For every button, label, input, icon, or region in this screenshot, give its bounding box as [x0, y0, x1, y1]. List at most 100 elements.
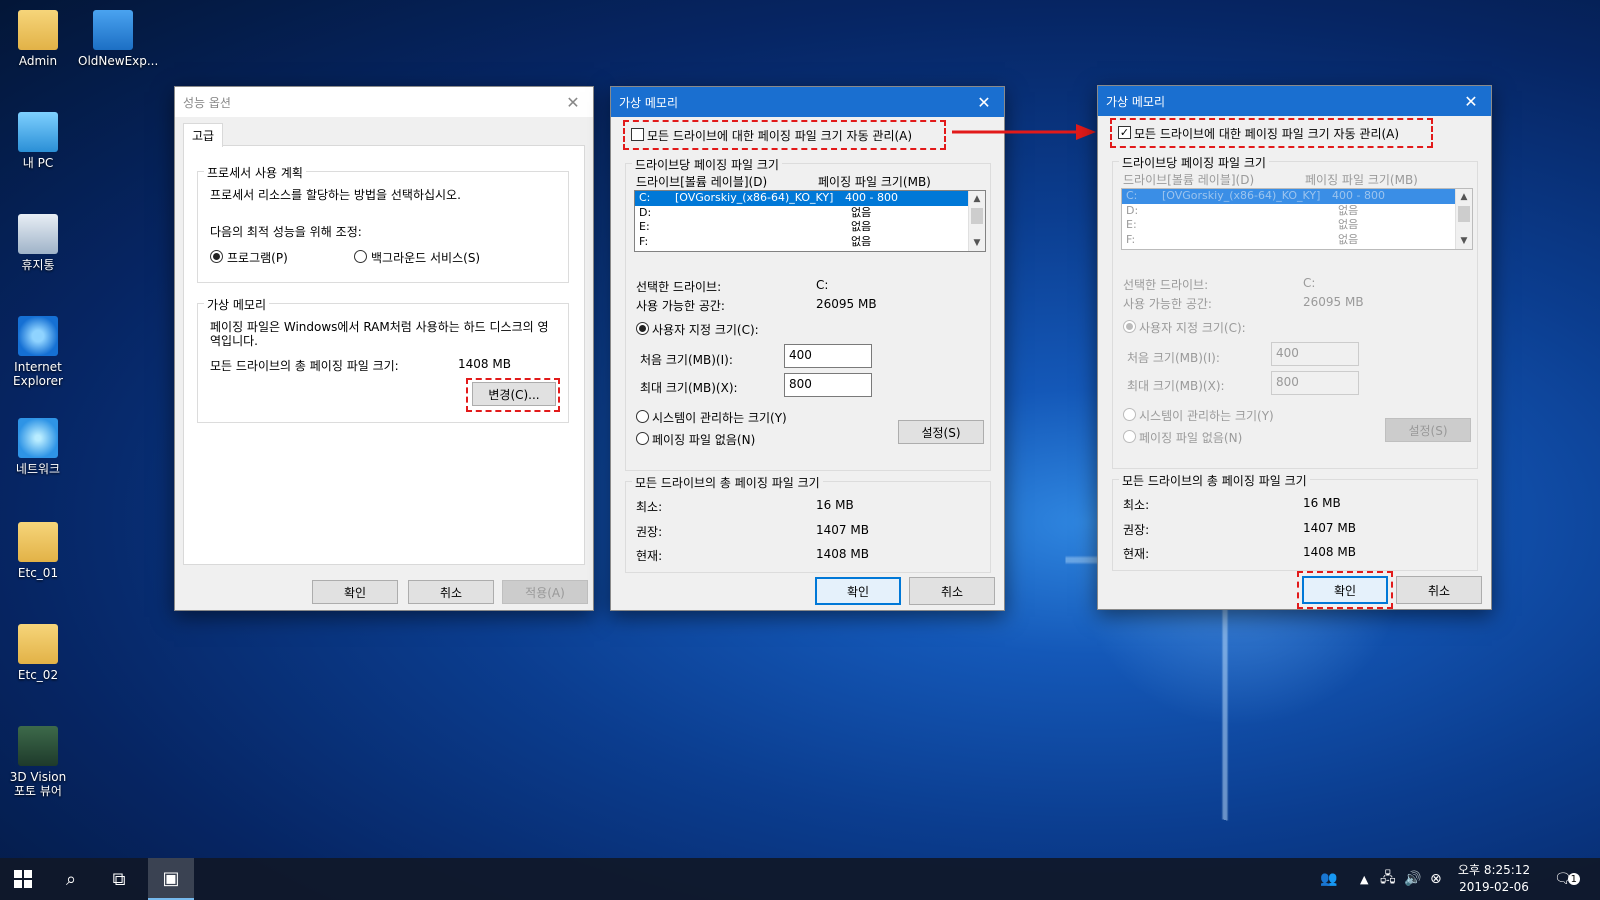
group-legend: 모든 드라이브의 총 페이징 파일 크기 [632, 474, 823, 491]
system-managed-radio[interactable] [636, 410, 649, 423]
close-icon[interactable]: ✕ [553, 87, 593, 117]
cpu-scheduling-group: 프로세서 사용 계획 프로세서 리소스를 할당하는 방법을 선택하십시오. 다음… [197, 164, 569, 283]
selected-drive-label: 선택한 드라이브: [1123, 278, 1209, 292]
cancel-button[interactable]: 취소 [408, 580, 494, 604]
free-space-label: 사용 가능한 공간: [1123, 297, 1212, 311]
highlight-box [1110, 118, 1433, 148]
desktop-icon-oldnewexp[interactable]: OldNewExp... [78, 10, 158, 68]
volume-icon[interactable]: 🔊 [1404, 858, 1421, 900]
highlight-box [466, 378, 560, 412]
ok-button[interactable]: 확인 [815, 577, 901, 605]
vm-total-value: 1408 MB [458, 357, 511, 371]
network-tray-icon[interactable]: 🖧 [1380, 858, 1396, 900]
system-managed-label: 시스템이 관리하는 크기(Y) [1139, 409, 1274, 423]
people-icon[interactable]: 👥 [1320, 858, 1337, 900]
total-paging-group: 모든 드라이브의 총 페이징 파일 크기 최소: 16 MB 권장: 1407 … [625, 474, 991, 573]
max-size-input[interactable]: 800 [784, 373, 872, 397]
free-space-value: 26095 MB [816, 297, 877, 311]
clock[interactable]: 오후 8:25:12 2019-02-06 [1452, 862, 1536, 896]
custom-size-label: 사용자 지정 크기(C): [652, 323, 759, 337]
initial-size-input: 400 [1271, 342, 1359, 366]
title-bar: 가상 메모리 ✕ [611, 87, 1004, 117]
tab-advanced[interactable]: 고급 [183, 123, 224, 147]
cancel-button[interactable]: 취소 [1396, 576, 1482, 604]
scroll-up-icon[interactable]: ▲ [1456, 189, 1472, 205]
group-legend: 모든 드라이브의 총 페이징 파일 크기 [1119, 472, 1310, 489]
desktop-icon-3d-vision[interactable]: 3D Vision 포토 뷰어 [6, 726, 70, 798]
scrollbar[interactable]: ▲ ▼ [1455, 189, 1472, 249]
user-folder-icon [18, 10, 58, 50]
apply-button[interactable]: 적용(A) [502, 580, 588, 604]
desktop-icon-etc01[interactable]: Etc_01 [6, 522, 70, 580]
drive-list: C: [OVGorskiy_(x86-64)_KO_KY] 400 - 800 D:… [1121, 188, 1473, 250]
desktop-icon-etc02[interactable]: Etc_02 [6, 624, 70, 682]
title-bar: 성능 옵션 ✕ [175, 87, 593, 117]
no-paging-radio [1123, 430, 1136, 443]
drive-row: E: 없음 [1126, 218, 1359, 231]
cancel-button[interactable]: 취소 [909, 577, 995, 605]
custom-size-radio[interactable] [636, 322, 649, 335]
per-drive-group: 드라이브당 페이징 파일 크기 드라이브[볼륨 레이블](D) 페이징 파일 크… [1112, 154, 1478, 469]
program-label: 프로그램(P) [227, 251, 288, 265]
drive-row[interactable]: D: 없음 [635, 206, 985, 221]
desktop-icon-label: Admin [18, 54, 58, 68]
background-radio[interactable] [354, 250, 367, 263]
drive-row[interactable]: F: 없음 [635, 235, 985, 250]
close-icon[interactable]: ✕ [964, 87, 1004, 117]
drive-row[interactable]: E: 없음 [635, 220, 985, 235]
taskbar: ⌕ ⧉ ▣ 👥 ▲ 🖧 🔊 ⊗ 오후 8:25:12 2019-02-06 🗨 1 [0, 858, 1600, 900]
per-drive-group: 드라이브당 페이징 파일 크기 드라이브[볼륨 레이블](D) 페이징 파일 크… [625, 156, 991, 471]
virtual-memory-window-after: 가상 메모리 ✕ ✓ 모든 드라이브에 대한 페이징 파일 크기 자동 관리(A… [1097, 85, 1492, 610]
desktop-icon-recycle-bin[interactable]: 휴지통 [6, 214, 70, 272]
scrollbar[interactable]: ▲ ▼ [968, 191, 985, 251]
desktop-icon-label: Etc_02 [17, 668, 59, 682]
group-legend: 드라이브당 페이징 파일 크기 [632, 156, 782, 173]
drive-list[interactable]: C: [OVGorskiy_(x86-64)_KO_KY] 400 - 800 D:… [634, 190, 986, 252]
virtual-memory-window-before: 가상 메모리 ✕ 모든 드라이브에 대한 페이징 파일 크기 자동 관리(A) … [610, 86, 1005, 611]
alert-icon[interactable]: ⊗ [1430, 858, 1442, 900]
arrow-icon [952, 124, 1096, 140]
network-icon [18, 418, 58, 458]
ok-button[interactable]: 확인 [312, 580, 398, 604]
clock-date: 2019-02-06 [1459, 880, 1529, 894]
task-view-icon[interactable]: ⧉ [96, 858, 142, 900]
drive-row[interactable]: C: [OVGorskiy_(x86-64)_KO_KY] 400 - 800 [635, 191, 985, 206]
folder-icon [18, 624, 58, 664]
scroll-down-icon[interactable]: ▼ [1456, 233, 1472, 249]
scroll-thumb[interactable] [971, 208, 983, 224]
cpu-description: 프로세서 리소스를 할당하는 방법을 선택하십시오. [210, 188, 461, 202]
current-label: 현재: [636, 549, 663, 563]
start-windows-icon[interactable] [0, 858, 46, 900]
desktop-icon-internet-explorer[interactable]: Internet Explorer [6, 316, 70, 388]
desktop-icon-network[interactable]: 네트워크 [6, 418, 70, 476]
scroll-up-icon[interactable]: ▲ [969, 191, 985, 207]
program-radio[interactable] [210, 250, 223, 263]
desktop-icon-label: 네트워크 [15, 462, 61, 476]
notification-icon[interactable]: 🗨 1 [1554, 858, 1580, 900]
highlight-box [1297, 571, 1393, 609]
initial-size-input[interactable]: 400 [784, 344, 872, 368]
chevron-up-icon[interactable]: ▲ [1360, 858, 1368, 900]
min-value: 16 MB [1303, 496, 1341, 510]
no-paging-label: 페이징 파일 없음(N) [1139, 431, 1243, 445]
search-icon[interactable]: ⌕ [48, 858, 94, 900]
min-label: 최소: [636, 500, 663, 514]
desktop-icon-admin[interactable]: Admin [6, 10, 70, 68]
desktop-icon-this-pc[interactable]: 내 PC [6, 112, 70, 170]
close-icon[interactable]: ✕ [1451, 86, 1491, 116]
virtual-memory-group: 가상 메모리 페이징 파일은 Windows에서 RAM처럼 사용하는 하드 디… [197, 296, 569, 423]
column-drive: 드라이브[볼륨 레이블](D) [636, 175, 768, 189]
no-paging-radio[interactable] [636, 432, 649, 445]
performance-options-window: 성능 옵션 ✕ 고급 프로세서 사용 계획 프로세서 리소스를 할당하는 방법을… [174, 86, 594, 611]
scroll-thumb[interactable] [1458, 206, 1470, 222]
custom-size-radio [1123, 320, 1136, 333]
recommended-value: 1407 MB [1303, 521, 1356, 535]
window-title: 성능 옵션 [183, 95, 231, 110]
group-legend: 드라이브당 페이징 파일 크기 [1119, 154, 1269, 171]
set-button[interactable]: 설정(S) [898, 420, 984, 444]
recommended-value: 1407 MB [816, 523, 869, 537]
min-value: 16 MB [816, 498, 854, 512]
scroll-down-icon[interactable]: ▼ [969, 235, 985, 251]
system-properties-taskbar-icon[interactable]: ▣ [148, 858, 194, 900]
recycle-bin-icon [18, 214, 58, 254]
